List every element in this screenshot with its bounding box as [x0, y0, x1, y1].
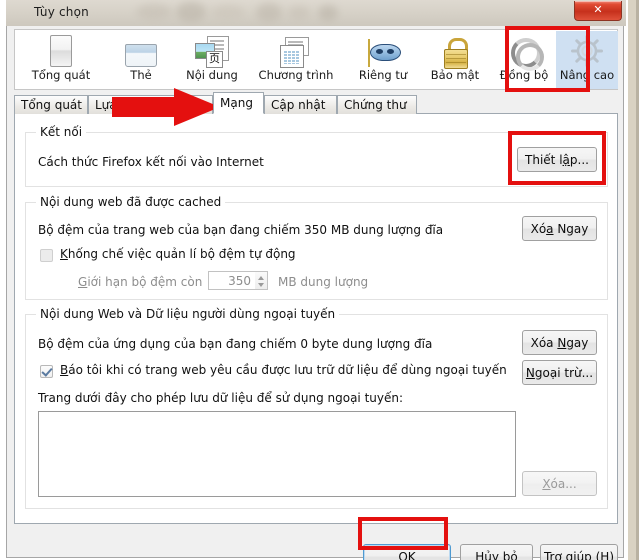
titlebar-blur-6	[318, 5, 338, 21]
toolbar-label: Bảo mật	[430, 68, 480, 82]
cache-usage-text: Bộ đệm của trang web của bạn đang chiếm …	[38, 223, 444, 237]
connection-settings-button[interactable]: Thiết lập...	[517, 147, 597, 172]
network-panel: Kết nối Cách thức Firefox kết nối vào In…	[14, 114, 618, 524]
tab-tong-quat[interactable]: Tổng quát	[14, 95, 88, 114]
cache-clear-label: Xóa Ngay	[530, 221, 589, 236]
connection-group: Kết nối Cách thức Firefox kết nối vào In…	[25, 125, 608, 187]
options-toolbar: Tổng quát Thẻ 页 Nội dung Chương trình Ri…	[14, 29, 618, 90]
toolbar-item-general[interactable]: Tổng quát	[21, 31, 101, 89]
offline-clear-label: Xóa Ngay	[530, 335, 589, 350]
desktop-strip-light	[628, 0, 636, 560]
window-title: Tùy chọn	[34, 5, 89, 19]
dialog-body: Tổng quát Thẻ 页 Nội dung Chương trình Ri…	[6, 26, 624, 560]
offline-exceptions-button[interactable]: Ngoại trừ...	[522, 360, 597, 385]
advanced-gear-icon	[556, 31, 618, 67]
screenshot-root: Tùy chọn ✕ Tổng quát Thẻ 页 Nội dung Chươ…	[0, 0, 641, 560]
connection-group-title: Kết nối	[36, 125, 87, 139]
close-icon[interactable]: ✕	[574, 1, 622, 21]
desktop-strip-dark	[636, 0, 639, 560]
toolbar-item-privacy[interactable]: Riêng tư	[344, 31, 422, 89]
tab-chung-thu[interactable]: Chứng thư	[337, 95, 417, 114]
sync-panel-icon	[487, 31, 561, 71]
toolbar-label: Thẻ	[130, 68, 152, 82]
cache-group-title: Nội dung web đã được cached	[36, 195, 226, 209]
toolbar-label: Riêng tư	[358, 68, 408, 82]
cache-limit-units: MB dung lượng	[278, 275, 369, 289]
tab-mang[interactable]: Mạng	[213, 92, 264, 114]
toolbar-item-content[interactable]: 页 Nội dung	[172, 31, 252, 89]
stepper-down-icon[interactable]	[258, 283, 264, 287]
cache-group: Nội dung web đã được cached Bộ đệm của t…	[25, 195, 608, 300]
help-label: Trợ giúp (H)	[543, 549, 615, 560]
general-panel-icon	[21, 31, 101, 67]
offline-exceptions-label: Ngoại trừ...	[525, 365, 594, 380]
connection-settings-label: Thiết lập...	[525, 152, 589, 167]
titlebar-blur-3	[211, 5, 245, 20]
toolbar-label: Đồng bộ	[499, 68, 549, 82]
cancel-button[interactable]: Hủy bỏ	[460, 544, 533, 560]
toolbar-label: Tổng quát	[31, 68, 91, 82]
offline-sites-list[interactable]	[38, 411, 516, 497]
toolbar-item-advanced[interactable]: Nâng cao	[556, 31, 618, 89]
privacy-mask-icon	[344, 31, 422, 67]
content-panel-icon: 页	[172, 31, 252, 68]
offline-group: Nội dung Web và Dữ liệu người dùng ngoại…	[25, 307, 608, 509]
title-bar: Tùy chọn ✕	[6, 0, 626, 26]
help-button[interactable]: Trợ giúp (H)	[540, 544, 618, 560]
titlebar-blur-1	[136, 4, 172, 20]
offline-notify-label: Báo tôi khi có trang web yêu cầu được lư…	[60, 363, 507, 377]
titlebar-blur-4	[256, 3, 282, 22]
toolbar-item-tabs[interactable]: Thẻ	[101, 31, 181, 89]
toolbar-item-security[interactable]: Bảo mật	[419, 31, 491, 89]
desktop-background-strip	[626, 0, 641, 560]
offline-list-label: Trang dưới đây cho phép lưu dữ liệu để s…	[38, 391, 404, 405]
applications-panel-icon	[248, 31, 344, 68]
cache-override-label: Khống chế việc quản lí bộ đệm tự động	[60, 247, 296, 261]
toolbar-item-sync[interactable]: Đồng bộ	[487, 31, 561, 89]
toolbar-label: Nâng cao	[559, 68, 615, 82]
cache-limit-value: 350	[228, 274, 251, 288]
tab-lua-chon-du-lieu[interactable]: Lựa chọn dữ liệu	[88, 95, 213, 114]
security-lock-icon	[419, 31, 491, 69]
offline-clear-button[interactable]: Xóa Ngay	[522, 330, 597, 355]
cache-limit-stepper[interactable]	[255, 271, 268, 290]
titlebar-blur-2	[176, 2, 206, 22]
cache-clear-button[interactable]: Xóa Ngay	[522, 216, 597, 241]
offline-group-title: Nội dung Web và Dữ liệu người dùng ngoại…	[36, 307, 340, 321]
toolbar-label: Nội dung	[186, 68, 238, 82]
options-dialog-window: Tùy chọn ✕ Tổng quát Thẻ 页 Nội dung Chươ…	[6, 0, 626, 560]
cache-override-checkbox[interactable]	[40, 249, 53, 262]
offline-remove-button: Xóa...	[522, 471, 597, 496]
tabs-panel-icon	[101, 31, 181, 67]
ok-button[interactable]: OK	[363, 544, 451, 560]
cache-limit-label: Giới hạn bộ đệm còn	[78, 275, 203, 289]
toolbar-label: Chương trình	[258, 68, 334, 82]
connection-description: Cách thức Firefox kết nối vào Internet	[38, 155, 264, 169]
advanced-tab-strip: Tổng quát Lựa chọn dữ liệu Mạng Cập nhật…	[14, 92, 618, 114]
offline-remove-label: Xóa...	[542, 476, 577, 491]
cache-limit-input[interactable]: 350	[208, 271, 256, 290]
dialog-inner: Tổng quát Thẻ 页 Nội dung Chương trình Ri…	[8, 26, 622, 560]
offline-usage-text: Bộ đệm của ứng dụng của bạn đang chiếm 0…	[38, 337, 433, 351]
titlebar-blur-5	[288, 6, 310, 20]
offline-notify-checkbox[interactable]	[40, 365, 53, 378]
tab-cap-nhat[interactable]: Cập nhật	[264, 95, 337, 114]
stepper-up-icon[interactable]	[258, 276, 264, 280]
toolbar-item-applications[interactable]: Chương trình	[248, 31, 344, 89]
